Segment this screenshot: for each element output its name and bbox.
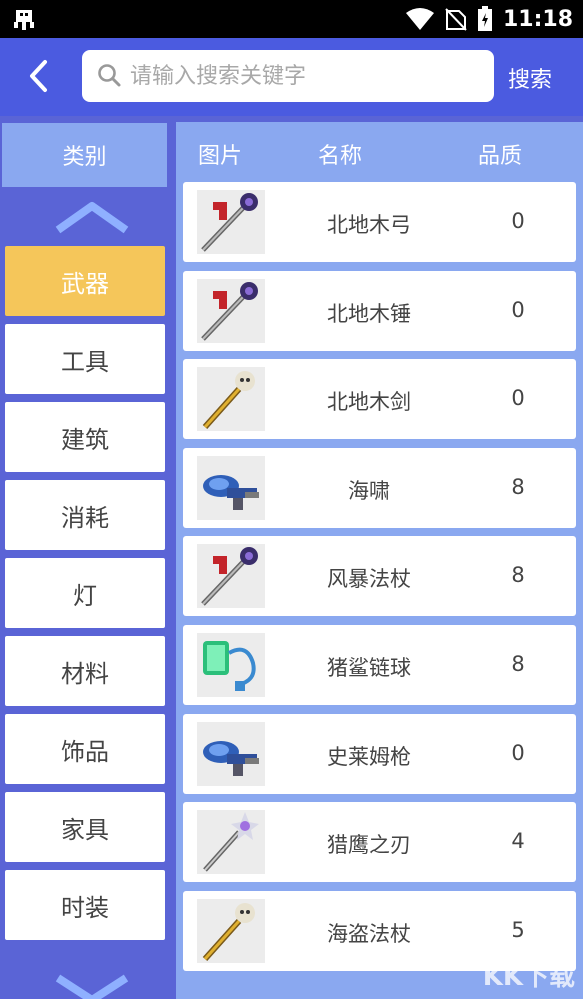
category-list: 武器 工具 建筑 消耗 灯 材料 饰品 家具 时装 (5, 246, 165, 948)
staff-red-icon (197, 278, 265, 343)
item-row[interactable]: 猪鲨链球 8 (183, 624, 576, 705)
item-row[interactable]: 北地木锤 0 (183, 270, 576, 351)
watermark: KK下载 (482, 962, 575, 992)
bug-icon (14, 10, 34, 30)
no-sim-icon (445, 8, 467, 31)
category-item-tools[interactable]: 工具 (5, 324, 165, 394)
item-row[interactable]: 北地木剑 0 (183, 359, 576, 440)
wifi-icon (405, 8, 434, 30)
item-quality: 0 (511, 297, 525, 322)
item-quality: 8 (511, 563, 525, 588)
item-quality: 4 (511, 829, 525, 854)
category-item-building[interactable]: 建筑 (5, 402, 165, 472)
item-row[interactable]: 海啸 8 (183, 447, 576, 528)
clock: 11:18 (502, 6, 573, 32)
search-box[interactable] (82, 50, 494, 102)
category-item-lights[interactable]: 灯 (5, 558, 165, 628)
staff-red-icon (197, 190, 265, 254)
item-name: 北地木弓 (327, 213, 411, 237)
item-rows: 北地木弓 0 北地木锤 0 北地木剑 0 海啸 8 风暴法杖 8 猪鲨链球 8 史莱姆枪 0 猎鹰之刃 4 海盗… (183, 182, 576, 979)
green-flail-icon (197, 632, 265, 697)
item-name: 海盗法杖 (327, 921, 411, 946)
category-item-materials[interactable]: 材料 (5, 636, 165, 706)
skull-staff-icon (197, 367, 265, 432)
category-item-accessories[interactable]: 饰品 (5, 714, 165, 784)
header-bar: 搜索 (0, 38, 583, 116)
column-header-image: 图片 (198, 144, 243, 169)
category-sidebar: 类别 武器 工具 建筑 消耗 灯 材料 饰品 家具 时装 (0, 116, 176, 999)
item-name: 北地木锤 (327, 301, 411, 326)
skull-staff-icon (197, 898, 265, 963)
staff-red-icon (197, 544, 265, 609)
item-row[interactable]: 史莱姆枪 0 (183, 713, 576, 794)
back-button[interactable] (18, 56, 58, 96)
category-item-weapons[interactable]: 武器 (5, 246, 165, 316)
category-item-vanity[interactable]: 时装 (5, 870, 165, 940)
item-quality: 0 (511, 740, 525, 765)
chevron-left-icon (30, 60, 47, 92)
category-item-furniture[interactable]: 家具 (5, 792, 165, 862)
search-input[interactable] (130, 63, 470, 89)
blue-gun-icon (197, 455, 265, 520)
item-name: 猎鹰之刃 (327, 833, 411, 858)
item-row[interactable]: 猎鹰之刃 4 (183, 802, 576, 883)
item-quality: 5 (511, 917, 525, 942)
search-button[interactable]: 搜索 (508, 62, 552, 94)
chevron-up-icon[interactable] (52, 198, 132, 238)
battery-icon (477, 6, 492, 31)
column-headers: 图片 名称 品质 (176, 122, 583, 180)
item-quality: 8 (511, 651, 525, 676)
item-quality: 8 (511, 474, 525, 499)
column-header-name: 名称 (318, 144, 363, 169)
item-name: 风暴法杖 (327, 567, 411, 592)
chevron-down-icon[interactable] (52, 974, 132, 999)
blue-gun-icon (197, 721, 265, 786)
star-staff-icon (197, 810, 265, 875)
status-bar: 11:18 (0, 0, 583, 38)
item-row[interactable]: 风暴法杖 8 (183, 536, 576, 617)
item-list-panel: 图片 名称 品质 北地木弓 0 北地木锤 0 北地木剑 0 海啸 8 风暴法杖 8 猪鲨链球 8 史莱姆… (176, 122, 583, 999)
category-title: 类别 (2, 123, 167, 187)
item-name: 海啸 (348, 478, 390, 503)
item-name: 史莱姆枪 (327, 744, 411, 769)
item-row[interactable]: 北地木弓 0 (183, 182, 576, 262)
search-icon (98, 64, 121, 87)
item-quality: 0 (511, 386, 525, 411)
item-quality: 0 (511, 209, 525, 233)
column-header-quality: 品质 (478, 144, 523, 169)
category-item-consumables[interactable]: 消耗 (5, 480, 165, 550)
item-name: 北地木剑 (327, 390, 411, 415)
item-name: 猪鲨链球 (327, 655, 411, 680)
